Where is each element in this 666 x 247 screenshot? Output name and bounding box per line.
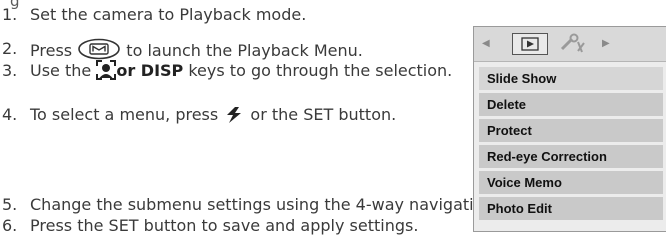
step-number: 1. xyxy=(2,5,18,24)
step-number: 5. xyxy=(2,195,18,214)
tab-left-arrow-icon: ◀ xyxy=(482,38,490,49)
menu-tab-bar: ◀ ▶ xyxy=(474,27,666,62)
menu-item-red-eye-correction: Red-eye Correction xyxy=(479,145,663,168)
menu-button-icon xyxy=(78,38,121,60)
menu-item-list: Slide Show Delete Protect Red-eye Correc… xyxy=(479,67,663,223)
step-number: 3. xyxy=(2,61,18,80)
step-text-pre: Press xyxy=(30,41,73,60)
step-text-bold: or DISP xyxy=(116,61,184,80)
menu-item-protect: Protect xyxy=(479,119,663,142)
step-text: Set the camera to Playback mode. xyxy=(30,5,307,24)
menu-item-delete: Delete xyxy=(479,93,663,116)
setup-tab-icon xyxy=(554,33,592,55)
tab-right-arrow-icon: ▶ xyxy=(602,38,610,49)
step-text-post: to launch the Playback Menu. xyxy=(126,41,363,60)
playback-tab-icon xyxy=(512,33,548,55)
step-text-pre: To select a menu, press xyxy=(30,105,219,124)
step-number: 2. xyxy=(2,39,18,58)
flash-icon xyxy=(227,107,242,123)
menu-item-voice-memo: Voice Memo xyxy=(479,171,663,194)
step-text-post: or the SET button. xyxy=(250,105,397,124)
step-number: 4. xyxy=(2,105,18,124)
step-number: 6. xyxy=(2,216,18,235)
step-text: Press the SET button to save and apply s… xyxy=(30,216,419,235)
playback-menu-panel: ◀ ▶ Slide Show Delete Protect Red-eye Co… xyxy=(473,26,666,232)
menu-item-slide-show: Slide Show xyxy=(479,67,663,90)
face-detection-icon xyxy=(96,60,117,80)
step-text-pre: Use the xyxy=(30,61,92,80)
menu-item-photo-edit: Photo Edit xyxy=(479,197,663,220)
step-text-post: keys to go through the selection. xyxy=(188,61,453,80)
